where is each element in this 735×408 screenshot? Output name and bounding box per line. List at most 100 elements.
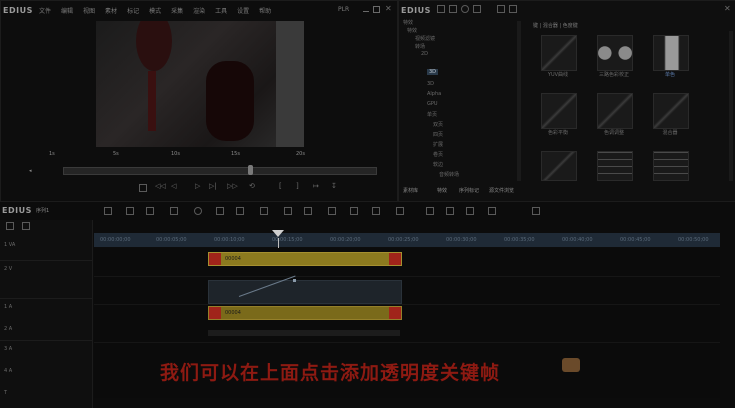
mode-label[interactable]: PLR xyxy=(338,6,349,13)
track-lock-icon[interactable] xyxy=(22,222,30,230)
folder-icon[interactable] xyxy=(437,5,445,13)
menu-view[interactable]: 视图 xyxy=(83,6,95,15)
tree-item[interactable]: Alpha xyxy=(427,91,441,97)
effect-tile[interactable] xyxy=(541,151,577,181)
mode-icon[interactable] xyxy=(104,207,112,215)
stop-icon[interactable] xyxy=(139,184,147,192)
menu-help[interactable]: 帮助 xyxy=(259,6,271,15)
rewind-icon[interactable]: ◁◁ xyxy=(155,182,166,190)
snap-icon[interactable] xyxy=(372,207,380,215)
sync-icon[interactable] xyxy=(350,207,358,215)
track-label[interactable]: 1 VA xyxy=(4,242,15,248)
playhead-marker[interactable] xyxy=(272,230,284,237)
track-label[interactable]: 3 A xyxy=(4,346,12,352)
menu-mode[interactable]: 模式 xyxy=(149,6,161,15)
footer-tab[interactable]: 素材库 xyxy=(403,187,418,194)
mixer-icon[interactable] xyxy=(488,207,496,215)
tree-item[interactable]: 视频滤镜 xyxy=(415,35,435,42)
footer-tab[interactable]: 特效 xyxy=(437,187,447,194)
list-icon[interactable] xyxy=(497,5,505,13)
effect-tile[interactable] xyxy=(653,151,689,181)
copy-icon[interactable] xyxy=(236,207,244,215)
track-label[interactable]: T xyxy=(4,390,7,396)
split-icon[interactable] xyxy=(304,207,312,215)
effect-tile[interactable] xyxy=(653,35,689,71)
effect-tile[interactable] xyxy=(541,93,577,129)
tree-item[interactable]: 双页 xyxy=(433,121,443,128)
track-label[interactable]: 2 V xyxy=(4,266,12,272)
keyframe-point[interactable] xyxy=(293,279,296,282)
undo-icon[interactable] xyxy=(194,207,202,215)
mixer-lane[interactable] xyxy=(208,275,402,304)
audio-icon[interactable] xyxy=(466,207,474,215)
track-label[interactable]: 1 A xyxy=(4,304,12,310)
slider-handle[interactable] xyxy=(248,165,253,175)
up-icon[interactable] xyxy=(449,5,457,13)
new-sequence-icon[interactable] xyxy=(126,207,134,215)
tree-item[interactable]: 单页 xyxy=(427,111,437,118)
mark-out-icon[interactable]: ] xyxy=(296,182,299,190)
effect-tile[interactable] xyxy=(597,93,633,129)
marker-icon[interactable] xyxy=(396,207,404,215)
footer-tab[interactable]: 序列标记 xyxy=(459,187,479,194)
tree-item[interactable]: 卷页 xyxy=(433,151,443,158)
play-icon[interactable]: ▷ xyxy=(195,182,200,190)
close-icon[interactable]: ✕ xyxy=(385,4,392,13)
tree-item[interactable]: 转场 xyxy=(415,43,425,50)
view-icon[interactable] xyxy=(473,5,481,13)
paste-icon[interactable] xyxy=(260,207,268,215)
track-label[interactable]: 2 A xyxy=(4,326,12,332)
tree-item[interactable]: 特效 xyxy=(407,27,417,34)
menu-render[interactable]: 渲染 xyxy=(193,6,205,15)
menu-capture[interactable]: 采集 xyxy=(171,6,183,15)
timeline-ruler[interactable]: 00:00:00;00 00:00:05;00 00:00:10;00 00:0… xyxy=(94,233,720,247)
overwrite-icon[interactable]: ↧ xyxy=(331,182,337,190)
effects-close-icon[interactable]: ✕ xyxy=(724,4,731,13)
ripple-icon[interactable] xyxy=(328,207,336,215)
save-icon[interactable] xyxy=(170,207,178,215)
prev-frame-icon[interactable]: ◁ xyxy=(171,182,176,190)
audio-clip[interactable]: 00004 xyxy=(208,306,402,320)
cut-icon[interactable] xyxy=(216,207,224,215)
menu-tools[interactable]: 工具 xyxy=(215,6,227,15)
tree-item[interactable]: 2D xyxy=(421,51,428,57)
position-slider[interactable] xyxy=(63,165,377,175)
tree-item[interactable]: 软边 xyxy=(433,161,443,168)
render-icon[interactable] xyxy=(446,207,454,215)
tree-item-root[interactable]: 特效 xyxy=(403,19,413,26)
menu-settings[interactable]: 设置 xyxy=(237,6,249,15)
mark-in-icon[interactable]: [ xyxy=(279,182,282,190)
menu-file[interactable]: 文件 xyxy=(39,6,51,15)
fast-forward-icon[interactable]: ▷▷ xyxy=(227,182,238,190)
effect-tile[interactable] xyxy=(597,151,633,181)
loop-icon[interactable]: ⟲ xyxy=(249,182,255,190)
footer-tab[interactable]: 源文件浏览 xyxy=(489,187,514,194)
open-icon[interactable] xyxy=(146,207,154,215)
tree-item-selected[interactable]: 3D xyxy=(427,69,439,75)
effect-tile[interactable] xyxy=(597,35,633,71)
effect-tile[interactable] xyxy=(653,93,689,129)
tree-item[interactable]: 音频转场 xyxy=(439,171,459,178)
grid-icon[interactable] xyxy=(509,5,517,13)
next-frame-icon[interactable]: ▷| xyxy=(209,182,217,190)
tree-item[interactable]: 扩展 xyxy=(433,141,443,148)
tile-scrollbar[interactable] xyxy=(729,31,733,181)
tree-item[interactable]: GPU xyxy=(427,101,438,107)
tree-scrollbar[interactable] xyxy=(517,21,521,181)
track-label[interactable]: 4 A xyxy=(4,368,12,374)
effect-tile[interactable] xyxy=(541,35,577,71)
delete-icon[interactable] xyxy=(284,207,292,215)
maximize-icon[interactable] xyxy=(373,6,380,13)
tree-item[interactable]: 3D xyxy=(427,81,434,87)
minimize-icon[interactable] xyxy=(363,11,369,12)
insert-icon[interactable]: ↦ xyxy=(313,182,319,190)
video-clip[interactable]: 00004 xyxy=(208,252,402,266)
search-icon[interactable] xyxy=(461,5,469,13)
export-icon[interactable] xyxy=(532,207,540,215)
title-icon[interactable] xyxy=(426,207,434,215)
menu-edit[interactable]: 编辑 xyxy=(61,6,73,15)
tree-item[interactable]: 四页 xyxy=(433,131,443,138)
menu-marker[interactable]: 标记 xyxy=(127,6,139,15)
track-add-icon[interactable] xyxy=(6,222,14,230)
menu-clip[interactable]: 素材 xyxy=(105,6,117,15)
